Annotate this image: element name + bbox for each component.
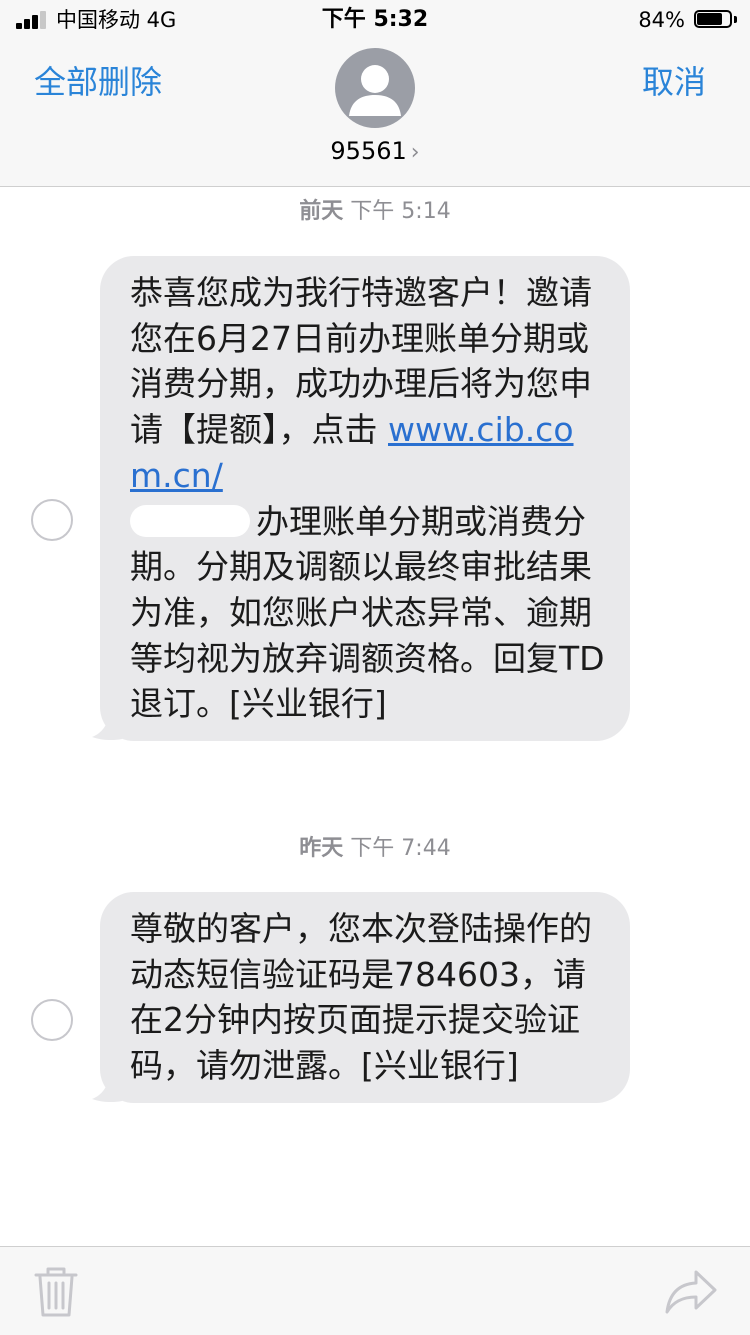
battery-percent: 84% [638, 8, 685, 32]
status-bar: 中国移动 4G 下午 5:32 84% [0, 0, 750, 40]
trash-icon[interactable] [34, 1267, 78, 1317]
redacted-link-mark [130, 504, 250, 537]
contact-number: 95561 [330, 137, 407, 165]
person-icon[interactable] [335, 48, 415, 128]
message-timestamp: 昨天 下午 7:44 [0, 834, 750, 864]
select-message-radio[interactable] [31, 499, 73, 541]
message-timestamp: 前天 下午 5:14 [0, 197, 750, 227]
message-text: 恭喜您成为我行特邀客户！邀请您在6月27日前办理账单分期或消费分期，成功办理后将… [100, 256, 630, 742]
cancel-button[interactable]: 取消 [642, 60, 706, 104]
bottom-toolbar [0, 1246, 750, 1335]
timestamp-day: 昨天 [299, 836, 344, 861]
share-arrow-icon[interactable] [664, 1269, 718, 1315]
timestamp-time: 下午 5:14 [350, 199, 451, 224]
message-text: 尊敬的客户，您本次登陆操作的动态短信验证码是784603，请在2分钟内按页面提示… [100, 892, 630, 1103]
message-bubble[interactable]: 恭喜您成为我行特邀客户！邀请您在6月27日前办理账单分期或消费分期，成功办理后将… [92, 256, 630, 742]
contact-name[interactable]: 95561 › [0, 134, 750, 170]
message-bubble[interactable]: 尊敬的客户，您本次登陆操作的动态短信验证码是784603，请在2分钟内按页面提示… [92, 892, 630, 1103]
timestamp-time: 下午 7:44 [350, 836, 451, 861]
timestamp-day: 前天 [299, 199, 344, 224]
battery-icon [694, 10, 738, 30]
conversation-header: 全部删除 95561 › 取消 [0, 40, 750, 187]
chevron-right-icon: › [410, 140, 420, 165]
select-message-radio[interactable] [31, 999, 73, 1041]
delete-all-button[interactable]: 全部删除 [34, 60, 162, 104]
